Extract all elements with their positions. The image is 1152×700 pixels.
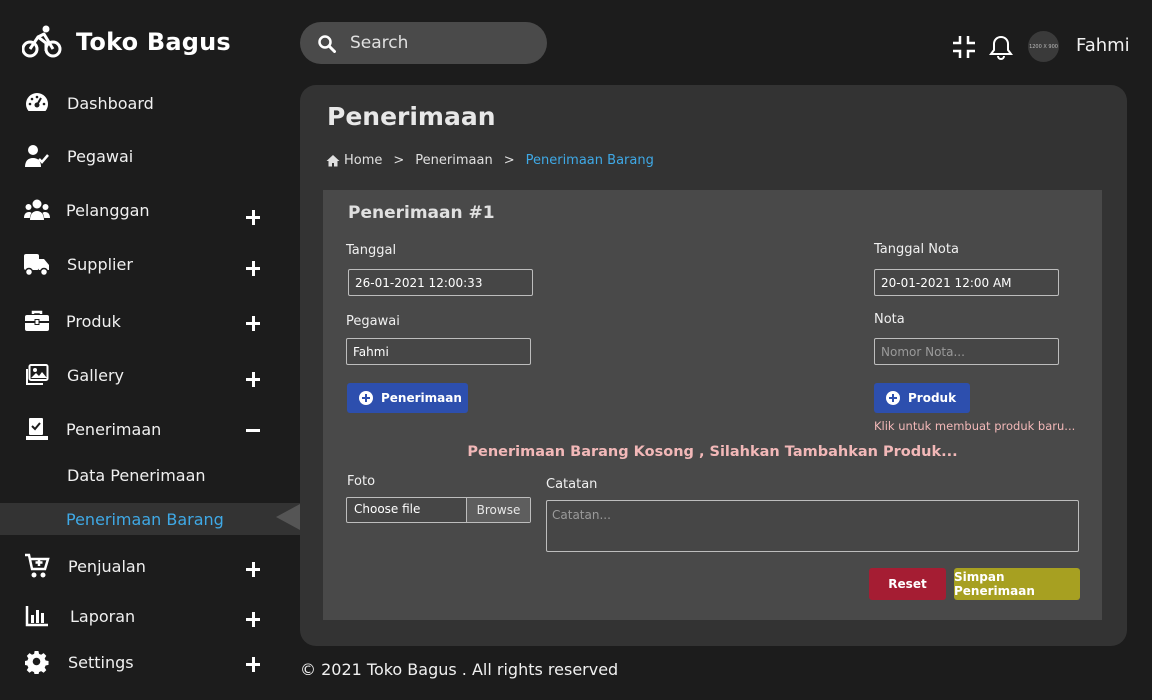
brand-name: Toko Bagus	[76, 28, 231, 56]
cart-plus-icon	[24, 553, 50, 579]
sidebar-item-penjualan[interactable]: Penjualan	[0, 548, 300, 584]
home-icon	[326, 155, 340, 167]
bicycle-icon	[22, 25, 62, 58]
sidebar-item-label: Produk	[66, 311, 121, 331]
produk-hint: Klik untuk membuat produk baru...	[874, 419, 1076, 433]
reset-button[interactable]: Reset	[869, 568, 946, 600]
dashboard-gauge-icon	[24, 90, 50, 116]
empty-message: Penerimaan Barang Kosong , Silahkan Tamb…	[467, 444, 958, 460]
expand-plus-icon[interactable]	[244, 259, 264, 279]
sidebar-item-label: Supplier	[67, 254, 133, 274]
tanggal-nota-field[interactable]: 20-01-2021 12:00 AM	[874, 269, 1059, 296]
brand[interactable]: Toko Bagus	[22, 24, 231, 60]
expand-plus-icon[interactable]	[244, 208, 264, 228]
search-icon	[318, 35, 336, 53]
save-penerimaan-button[interactable]: Simpan Penerimaan	[954, 568, 1080, 600]
sidebar-item-label: Pelanggan	[66, 200, 150, 220]
sidebar-item-label: Settings	[68, 652, 134, 672]
add-produk-button[interactable]: Produk	[874, 383, 970, 413]
collapse-minus-icon[interactable]	[244, 421, 264, 441]
compress-icon[interactable]	[952, 35, 976, 59]
breadcrumb-separator: >	[393, 153, 405, 168]
sidebar-subitem-penerimaan-barang[interactable]: Penerimaan Barang	[0, 503, 300, 535]
nota-label: Nota	[874, 312, 905, 327]
add-penerimaan-button[interactable]: Penerimaan	[347, 383, 468, 413]
nota-field[interactable]: Nomor Nota...	[874, 338, 1059, 365]
breadcrumb: Home > Penerimaan > Penerimaan Barang	[326, 153, 654, 168]
briefcase-icon	[24, 308, 50, 334]
page-title: Penerimaan	[327, 102, 496, 131]
breadcrumb-home[interactable]: Home	[344, 153, 382, 168]
plus-circle-icon	[359, 391, 373, 405]
sidebar-item-laporan[interactable]: Laporan	[0, 598, 300, 634]
sidebar-item-label: Gallery	[67, 365, 124, 385]
sidebar-item-label: Penjualan	[68, 556, 146, 576]
breadcrumb-parent[interactable]: Penerimaan	[415, 153, 492, 168]
bell-icon[interactable]	[989, 35, 1013, 60]
breadcrumb-current: Penerimaan Barang	[525, 153, 654, 168]
images-icon	[24, 362, 50, 388]
expand-plus-icon[interactable]	[244, 370, 264, 390]
sidebar-item-pegawai[interactable]: Pegawai	[0, 138, 300, 174]
pegawai-label: Pegawai	[346, 314, 400, 329]
sidebar-subitem-data-penerimaan[interactable]: Data Penerimaan	[0, 459, 300, 491]
form-title: Penerimaan #1	[348, 203, 495, 223]
breadcrumb-separator: >	[503, 153, 515, 168]
search-input[interactable]: Search	[300, 22, 547, 64]
sidebar-item-supplier[interactable]: Supplier	[0, 246, 300, 282]
foto-label: Foto	[347, 474, 376, 489]
sidebar: Toko Bagus Dashboard Pegawai Pelanggan S…	[0, 0, 300, 700]
tanggal-label: Tanggal	[346, 243, 397, 258]
sidebar-subitem-label: Penerimaan Barang	[66, 509, 224, 529]
sidebar-item-pelanggan[interactable]: Pelanggan	[0, 192, 300, 228]
footer-copyright: © 2021 Toko Bagus . All rights reserved	[300, 660, 619, 679]
catatan-textarea[interactable]: Catatan...	[546, 500, 1079, 552]
add-penerimaan-label: Penerimaan	[381, 391, 462, 405]
user-name[interactable]: Fahmi	[1076, 35, 1130, 56]
user-check-icon	[24, 143, 50, 169]
search-placeholder: Search	[350, 33, 409, 53]
bar-chart-icon	[24, 603, 50, 629]
sidebar-item-label: Penerimaan	[66, 419, 162, 439]
pegawai-field[interactable]: Fahmi	[346, 338, 531, 365]
avatar[interactable]: 1200 X 900	[1028, 31, 1059, 62]
expand-plus-icon[interactable]	[244, 560, 264, 580]
expand-plus-icon[interactable]	[244, 314, 264, 334]
main-panel: Penerimaan Home > Penerimaan > Penerimaa…	[300, 85, 1127, 646]
sidebar-subitem-label: Data Penerimaan	[67, 465, 206, 485]
expand-plus-icon[interactable]	[244, 610, 264, 630]
sidebar-item-gallery[interactable]: Gallery	[0, 357, 300, 393]
truck-icon	[24, 251, 50, 277]
active-indicator-arrow	[276, 504, 300, 530]
clipboard-check-icon	[24, 416, 50, 442]
gear-icon	[24, 649, 50, 675]
file-name: Choose file	[354, 502, 421, 516]
sidebar-item-label: Dashboard	[67, 93, 154, 113]
form-card: Penerimaan #1 Tanggal 26-01-2021 12:00:3…	[323, 190, 1102, 620]
add-produk-label: Produk	[908, 391, 957, 405]
sidebar-item-label: Pegawai	[67, 146, 134, 166]
sidebar-item-dashboard[interactable]: Dashboard	[0, 85, 300, 121]
plus-circle-icon	[886, 391, 900, 405]
users-group-icon	[24, 197, 50, 223]
catatan-label: Catatan	[546, 477, 598, 492]
browse-button[interactable]: Browse	[466, 498, 530, 522]
foto-file-input[interactable]: Choose file Browse	[346, 497, 531, 523]
tanggal-nota-label: Tanggal Nota	[874, 242, 959, 257]
tanggal-field[interactable]: 26-01-2021 12:00:33	[348, 269, 533, 296]
sidebar-item-penerimaan[interactable]: Penerimaan	[0, 411, 300, 447]
sidebar-item-label: Laporan	[70, 606, 136, 626]
sidebar-item-produk[interactable]: Produk	[0, 303, 300, 339]
sidebar-item-settings[interactable]: Settings	[0, 644, 300, 680]
expand-plus-icon[interactable]	[244, 655, 264, 675]
